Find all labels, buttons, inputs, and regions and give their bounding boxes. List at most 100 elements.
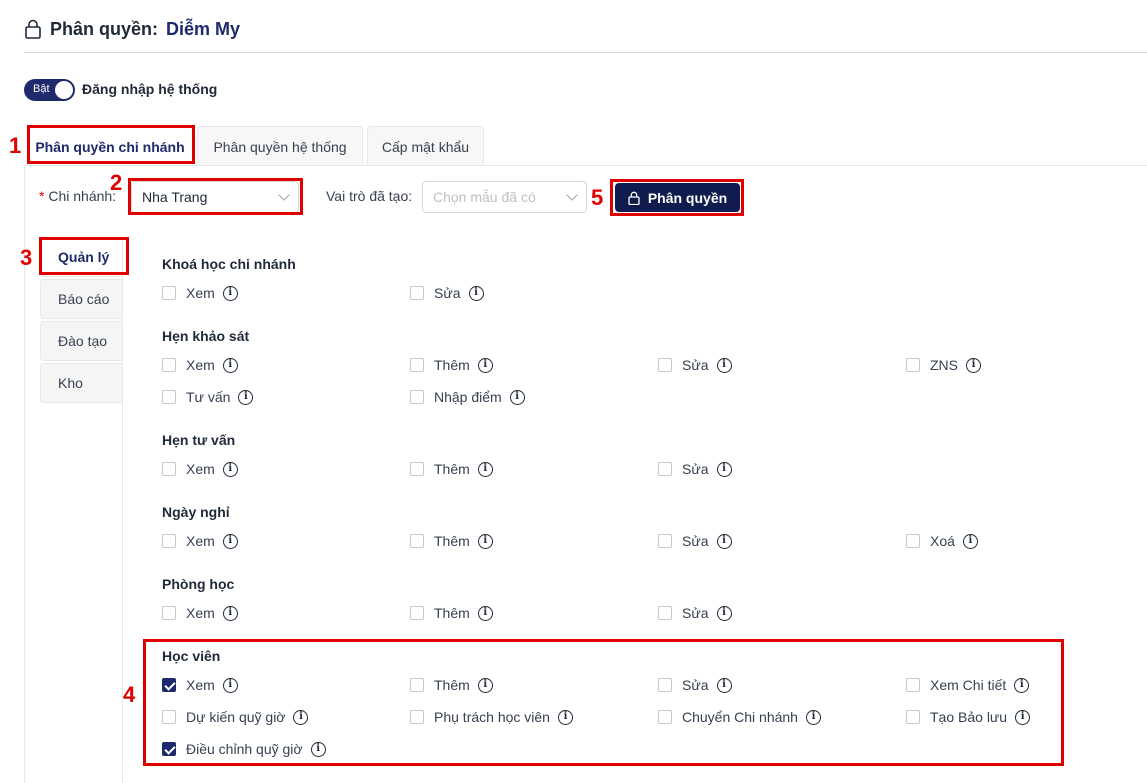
toggle-state-label: Bật xyxy=(33,83,50,95)
tab-label: Phân quyền hệ thống xyxy=(213,138,347,155)
permission-label[interactable]: Tư vấn xyxy=(186,389,230,405)
section-title: Khoá học chi nhánh xyxy=(162,256,296,272)
annotation-marker-5: 5 xyxy=(591,185,604,210)
role-select-placeholder: Chọn mẫu đã có xyxy=(433,189,536,205)
info-icon[interactable]: i xyxy=(509,389,525,405)
side-tab-training[interactable]: Đào tạo xyxy=(40,321,123,361)
permission-item: Xem i xyxy=(162,603,238,623)
chevron-down-icon xyxy=(566,189,578,201)
login-toggle[interactable]: Bật xyxy=(24,79,75,101)
permission-label[interactable]: ZNS xyxy=(930,357,958,373)
annotation-marker-1: 1 xyxy=(9,133,22,158)
info-icon[interactable]: i xyxy=(238,389,254,405)
annotation-box-2 xyxy=(128,178,303,215)
permission-checkbox[interactable] xyxy=(658,606,672,620)
permission-checkbox[interactable] xyxy=(162,606,176,620)
info-icon[interactable]: i xyxy=(716,357,732,373)
tab-system-permissions[interactable]: Phân quyền hệ thống xyxy=(197,126,363,166)
page-header: Phân quyền: Diễm My xyxy=(24,14,240,44)
permission-checkbox[interactable] xyxy=(658,534,672,548)
permission-label[interactable]: Nhập điểm xyxy=(434,389,502,405)
info-icon[interactable]: i xyxy=(477,533,493,549)
permission-label[interactable]: Xem xyxy=(186,357,215,373)
section-title: Hẹn tư vấn xyxy=(162,432,236,448)
permission-label[interactable]: Thêm xyxy=(434,357,470,373)
role-label: Vai trò đã tạo: xyxy=(326,188,413,204)
info-icon[interactable]: i xyxy=(222,461,238,477)
permission-label[interactable]: Xem xyxy=(186,285,215,301)
permission-item: Sửa i xyxy=(658,603,732,623)
role-template-select[interactable]: Chọn mẫu đã có xyxy=(422,181,587,213)
header-divider xyxy=(24,52,1147,53)
info-icon[interactable]: i xyxy=(468,285,484,301)
side-tab-label: Báo cáo xyxy=(58,291,110,307)
permission-label[interactable]: Sửa xyxy=(682,533,709,549)
info-icon[interactable]: i xyxy=(222,605,238,621)
branch-label: * Chi nhánh: xyxy=(39,188,117,204)
permission-item: Thêm i xyxy=(410,531,493,551)
side-tab-reports[interactable]: Báo cáo xyxy=(40,279,123,319)
permission-checkbox[interactable] xyxy=(162,358,176,372)
permission-item: Thêm i xyxy=(410,603,493,623)
permission-checkbox[interactable] xyxy=(410,358,424,372)
permission-label[interactable]: Thêm xyxy=(434,605,470,621)
login-toggle-label: Đăng nhập hệ thống xyxy=(82,81,218,97)
section-title: Hẹn khảo sát xyxy=(162,328,250,344)
info-icon[interactable]: i xyxy=(222,357,238,373)
info-icon[interactable]: i xyxy=(477,357,493,373)
permission-item: Xem i xyxy=(162,459,238,479)
tab-password[interactable]: Cấp mật khẩu xyxy=(367,126,484,166)
annotation-marker-2: 2 xyxy=(110,170,123,195)
permission-item: Xem i xyxy=(162,531,238,551)
toggle-knob xyxy=(55,81,73,99)
permission-checkbox[interactable] xyxy=(410,286,424,300)
permission-item: Nhập điểm i xyxy=(410,387,525,407)
info-icon[interactable]: i xyxy=(716,533,732,549)
permission-checkbox[interactable] xyxy=(162,286,176,300)
permission-label[interactable]: Sửa xyxy=(434,285,461,301)
section-title: Ngày nghỉ xyxy=(162,504,230,520)
permission-label[interactable]: Sửa xyxy=(682,605,709,621)
permission-checkbox[interactable] xyxy=(410,534,424,548)
permission-label[interactable]: Thêm xyxy=(434,461,470,477)
permission-item: ZNS i xyxy=(906,355,981,375)
annotation-box-3 xyxy=(39,237,129,275)
permission-label[interactable]: Sửa xyxy=(682,461,709,477)
permission-label[interactable]: Xem xyxy=(186,533,215,549)
permission-checkbox[interactable] xyxy=(162,462,176,476)
info-icon[interactable]: i xyxy=(477,461,493,477)
info-icon[interactable]: i xyxy=(222,285,238,301)
permission-checkbox[interactable] xyxy=(906,358,920,372)
permission-label[interactable]: Xoá xyxy=(930,533,955,549)
annotation-box-1 xyxy=(27,125,195,164)
permission-item: Thêm i xyxy=(410,459,493,479)
permission-checkbox[interactable] xyxy=(410,390,424,404)
side-tab-warehouse[interactable]: Kho xyxy=(40,363,123,403)
permission-checkbox[interactable] xyxy=(906,534,920,548)
info-icon[interactable]: i xyxy=(966,357,981,373)
permission-item: Sửa i xyxy=(410,283,484,303)
annotation-marker-4: 4 xyxy=(123,682,136,707)
section-title: Phòng học xyxy=(162,576,235,592)
permission-item: Tư vấn i xyxy=(162,387,254,407)
info-icon[interactable]: i xyxy=(716,461,732,477)
permission-label[interactable]: Xem xyxy=(186,605,215,621)
page-title-user: Diễm My xyxy=(166,18,241,39)
info-icon[interactable]: i xyxy=(716,605,732,621)
permission-checkbox[interactable] xyxy=(658,358,672,372)
permission-label[interactable]: Sửa xyxy=(682,357,709,373)
info-icon[interactable]: i xyxy=(962,533,978,549)
info-icon[interactable]: i xyxy=(477,605,493,621)
permission-checkbox[interactable] xyxy=(658,462,672,476)
annotation-box-4 xyxy=(143,639,1064,766)
permission-label[interactable]: Thêm xyxy=(434,533,470,549)
permission-checkbox[interactable] xyxy=(162,390,176,404)
info-icon[interactable]: i xyxy=(222,533,238,549)
page-title-label: Phân quyền: xyxy=(50,18,159,39)
permission-checkbox[interactable] xyxy=(410,606,424,620)
permission-label[interactable]: Xem xyxy=(186,461,215,477)
permission-checkbox[interactable] xyxy=(162,534,176,548)
lock-icon xyxy=(25,19,41,39)
permission-checkbox[interactable] xyxy=(410,462,424,476)
side-tab-label: Đào tạo xyxy=(58,333,108,349)
